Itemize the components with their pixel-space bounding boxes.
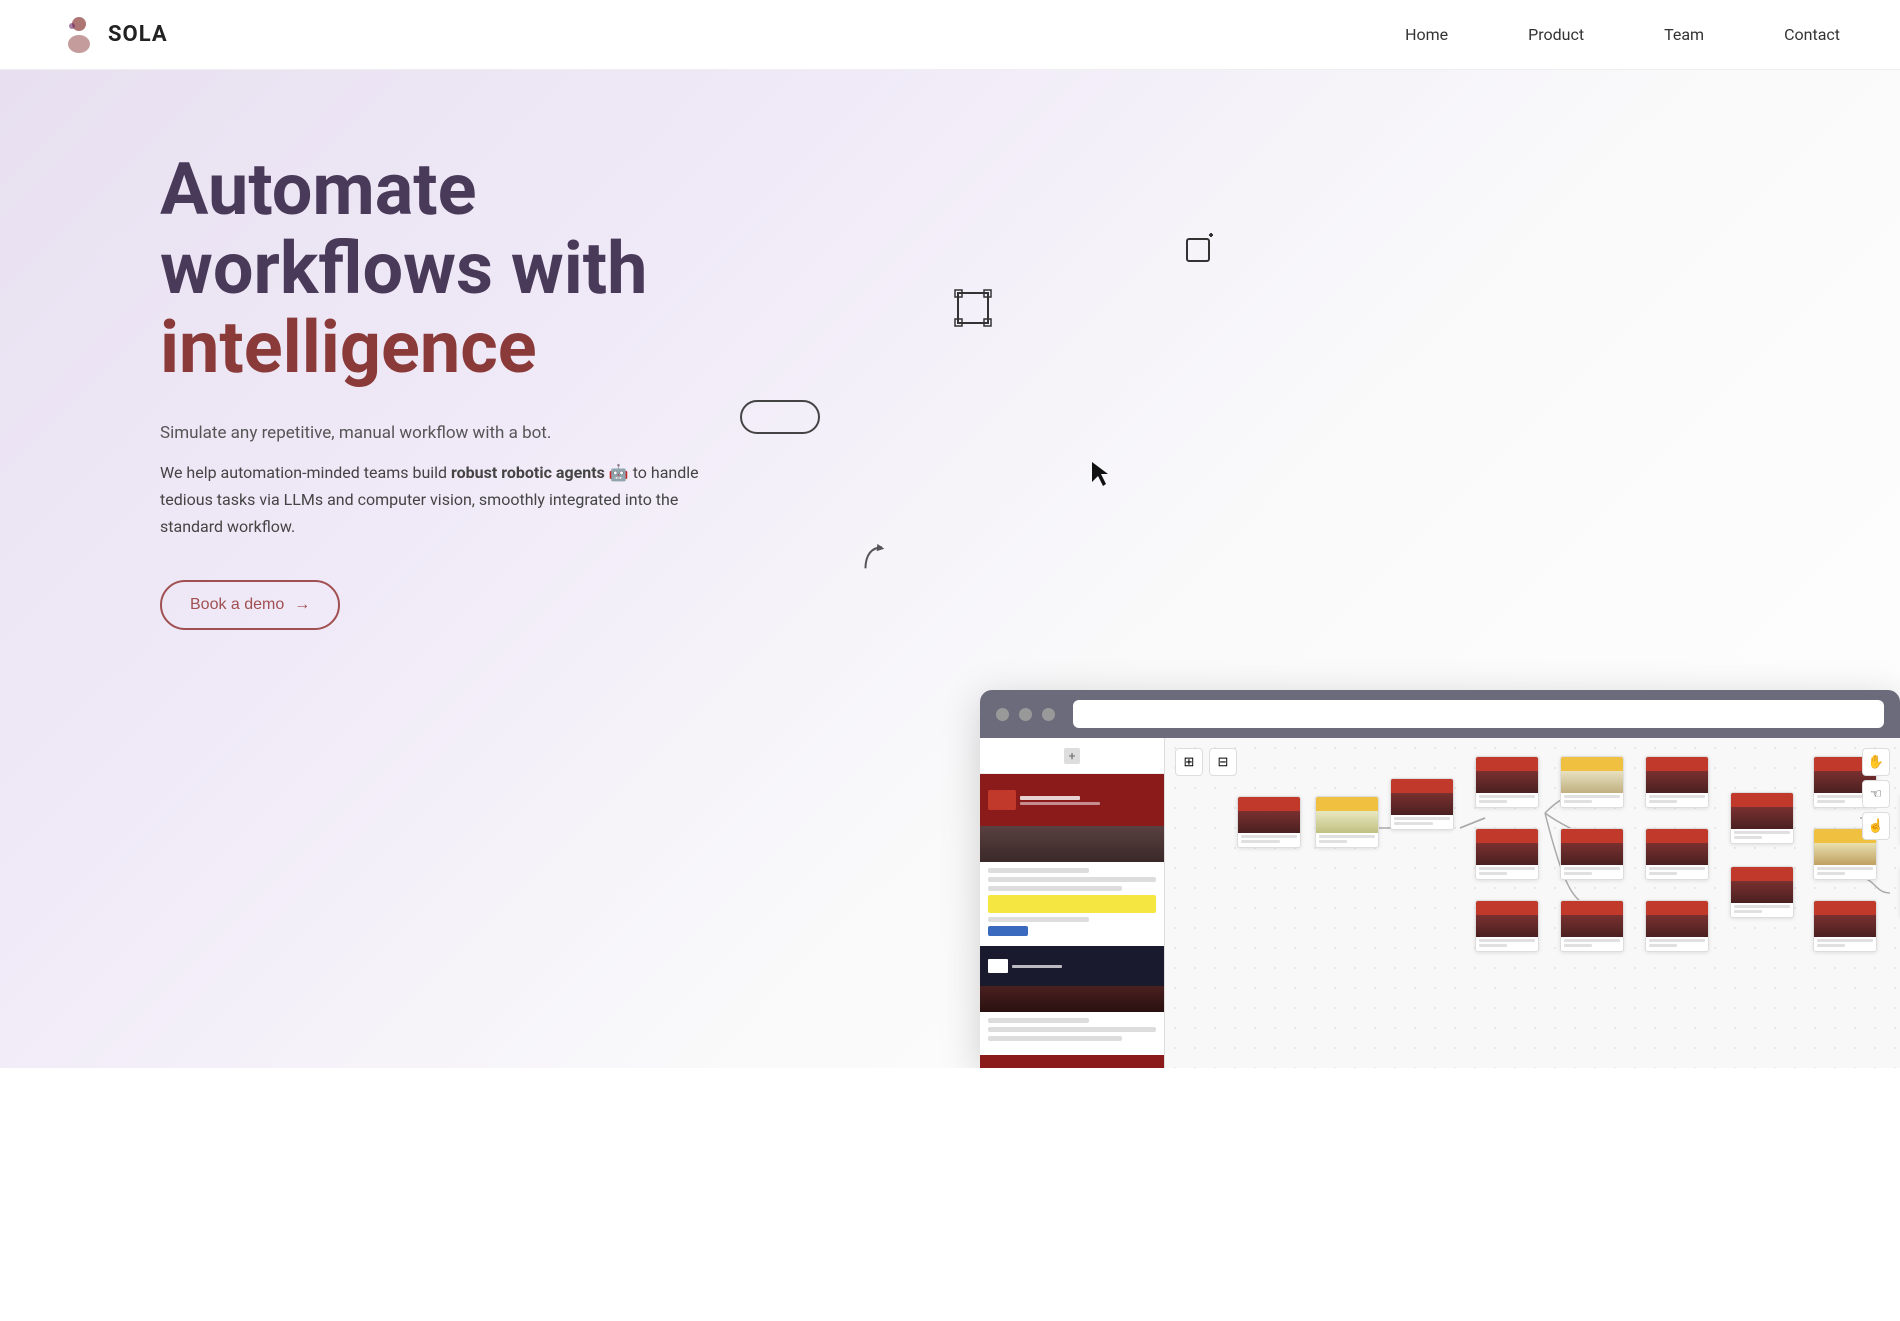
web-sim-header-3 xyxy=(980,1055,1164,1068)
finger-tool-btn[interactable]: ☝ xyxy=(1862,812,1890,840)
navbar: SOLA Home Product Team Contact xyxy=(0,0,1900,70)
nav-team[interactable]: Team xyxy=(1664,25,1704,44)
wf-node-8c xyxy=(1813,900,1877,952)
curved-arrow-icon xyxy=(857,535,900,583)
nav-product[interactable]: Product xyxy=(1528,25,1584,44)
browser-dot-1 xyxy=(996,708,1009,721)
canvas-tool-right: ✋ ☜ ☝ xyxy=(1862,748,1890,840)
book-demo-button[interactable]: Book a demo → xyxy=(160,580,340,630)
grid-tool-btn[interactable]: ⊟ xyxy=(1209,748,1237,776)
selection-handles-icon xyxy=(950,285,996,331)
hero-desc-plain: We help automation-minded teams build xyxy=(160,463,451,482)
wf-node-6c xyxy=(1645,900,1709,952)
add-box-icon xyxy=(1185,233,1215,270)
wf-node-4c xyxy=(1475,900,1539,952)
hero-title-line3: intelligence xyxy=(160,305,537,390)
wf-node-2 xyxy=(1315,796,1379,848)
left-panel-header: + xyxy=(980,738,1164,774)
wf-node-5b xyxy=(1560,828,1624,880)
hero-desc-bold: robust robotic agents 🤖 xyxy=(451,463,629,482)
left-panel: + xyxy=(980,738,1165,1068)
touch-tool-btn[interactable]: ☜ xyxy=(1862,780,1890,808)
workflow-canvas: ⊞ ⊟ ✋ ☜ ☝ xyxy=(1165,738,1900,1068)
wf-node-5c xyxy=(1560,900,1624,952)
add-node-btn[interactable]: + xyxy=(1064,748,1080,764)
cursor-icon xyxy=(1090,460,1114,495)
browser-url-bar xyxy=(1073,700,1884,728)
pill-shape-icon xyxy=(740,400,820,434)
web-sim-img-1 xyxy=(980,826,1164,862)
browser-content: + xyxy=(980,738,1900,1068)
hand-tool-btn[interactable]: ✋ xyxy=(1862,748,1890,776)
logo-icon xyxy=(60,16,98,54)
web-sim-btn-1 xyxy=(988,926,1028,936)
wf-node-4b xyxy=(1475,828,1539,880)
browser-bar xyxy=(980,690,1900,738)
logo-area: SOLA xyxy=(60,16,168,54)
book-demo-label: Book a demo xyxy=(190,596,284,614)
nav-links: Home Product Team Contact xyxy=(1405,25,1840,44)
logo-text: SOLA xyxy=(108,22,168,47)
hero-content: Automate workflows with intelligence Sim… xyxy=(0,150,700,630)
web-sim-header-1 xyxy=(980,774,1164,826)
wf-canvas xyxy=(1165,738,1900,1068)
web-sim-block-2 xyxy=(980,946,1164,1051)
hero-subtitle: Simulate any repetitive, manual workflow… xyxy=(160,420,700,447)
wf-node-7b xyxy=(1730,866,1794,918)
browser-window: + xyxy=(980,690,1900,1068)
web-sim-content-1 xyxy=(980,862,1164,942)
wf-node-7a xyxy=(1730,792,1794,844)
canvas-toolbar: ⊞ ⊟ xyxy=(1175,748,1237,776)
wf-node-6b xyxy=(1645,828,1709,880)
browser-dot-2 xyxy=(1019,708,1032,721)
wf-node-1 xyxy=(1237,796,1301,848)
nav-home[interactable]: Home xyxy=(1405,25,1448,44)
wf-node-4a xyxy=(1475,756,1539,808)
web-sim-content-2 xyxy=(980,1012,1164,1051)
hero-title-line2: workflows with xyxy=(160,226,647,311)
hero-section: Automate workflows with intelligence Sim… xyxy=(0,70,1900,1068)
hero-title: Automate workflows with intelligence xyxy=(160,150,700,388)
nav-contact[interactable]: Contact xyxy=(1784,25,1840,44)
web-sim-block-1 xyxy=(980,774,1164,942)
wf-node-5a xyxy=(1560,756,1624,808)
hero-title-line1: Automate xyxy=(160,147,477,232)
web-sim-block-3 xyxy=(980,1055,1164,1068)
web-sim-img-2 xyxy=(980,986,1164,1012)
web-sim-header-2 xyxy=(980,946,1164,986)
browser-dot-3 xyxy=(1042,708,1055,721)
wf-node-6a xyxy=(1645,756,1709,808)
frame-tool-btn[interactable]: ⊞ xyxy=(1175,748,1203,776)
hero-description: We help automation-minded teams build ro… xyxy=(160,459,700,541)
book-demo-arrow: → xyxy=(294,596,310,614)
wf-node-3 xyxy=(1390,778,1454,830)
